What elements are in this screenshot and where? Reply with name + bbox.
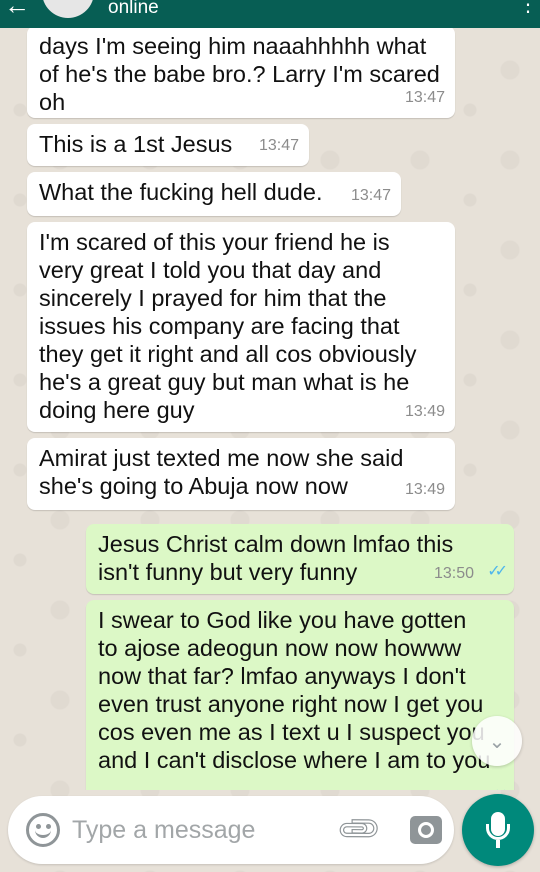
message-text: What the fucking hell dude. (39, 179, 323, 205)
arrow-back-icon[interactable]: ← (4, 0, 30, 21)
message-time: 13:49 (404, 403, 445, 420)
message-bubble-incoming[interactable]: days I'm seeing him naaahhhhh what of he… (27, 28, 455, 118)
message-time: 13:47 (404, 89, 445, 106)
message-time: 13:50 (433, 565, 474, 582)
contact-avatar[interactable] (42, 0, 94, 18)
message-input[interactable] (72, 810, 322, 850)
message-composer: 📎︎ (8, 796, 454, 864)
scroll-to-bottom-button[interactable]: ⌄ (472, 716, 522, 766)
emoji-icon[interactable] (26, 813, 60, 847)
message-time: 13:47 (350, 187, 391, 204)
message-text: Amirat just texted me now she said she's… (39, 445, 404, 499)
message-text: days I'm seeing him naaahhhhh what of he… (39, 33, 440, 115)
chat-header: ← online ⋮ (0, 0, 540, 28)
microphone-icon[interactable] (462, 794, 534, 866)
message-bubble-outgoing[interactable]: Jesus Christ calm down lmfao this isn't … (86, 524, 514, 594)
message-text: I swear to God like you have gotten to a… (98, 607, 491, 773)
message-text: I'm scared of this your friend he is ver… (39, 229, 417, 423)
message-list[interactable]: days I'm seeing him naaahhhhh what of he… (0, 28, 540, 790)
message-time: 13:49 (404, 481, 445, 498)
contact-status: online (108, 0, 159, 18)
read-receipt-icon: ✓✓ (487, 782, 508, 790)
read-receipt-icon: ✓✓ (487, 563, 508, 580)
message-bubble-incoming[interactable]: Amirat just texted me now she said she's… (27, 438, 455, 510)
camera-icon[interactable] (410, 816, 442, 844)
message-bubble-incoming[interactable]: I'm scared of this your friend he is ver… (27, 222, 455, 432)
message-bubble-incoming[interactable]: What the fucking hell dude. 13:47 (27, 172, 401, 216)
paperclip-icon[interactable]: 📎︎ (332, 802, 389, 859)
more-options-icon[interactable]: ⋮ (518, 0, 538, 16)
double-chevron-down-icon: ⌄ (488, 730, 506, 753)
message-bubble-incoming[interactable]: This is a 1st Jesus 13:47 (27, 124, 309, 166)
message-time: 13:47 (258, 137, 299, 154)
message-bubble-outgoing[interactable]: I swear to God like you have gotten to a… (86, 600, 514, 790)
